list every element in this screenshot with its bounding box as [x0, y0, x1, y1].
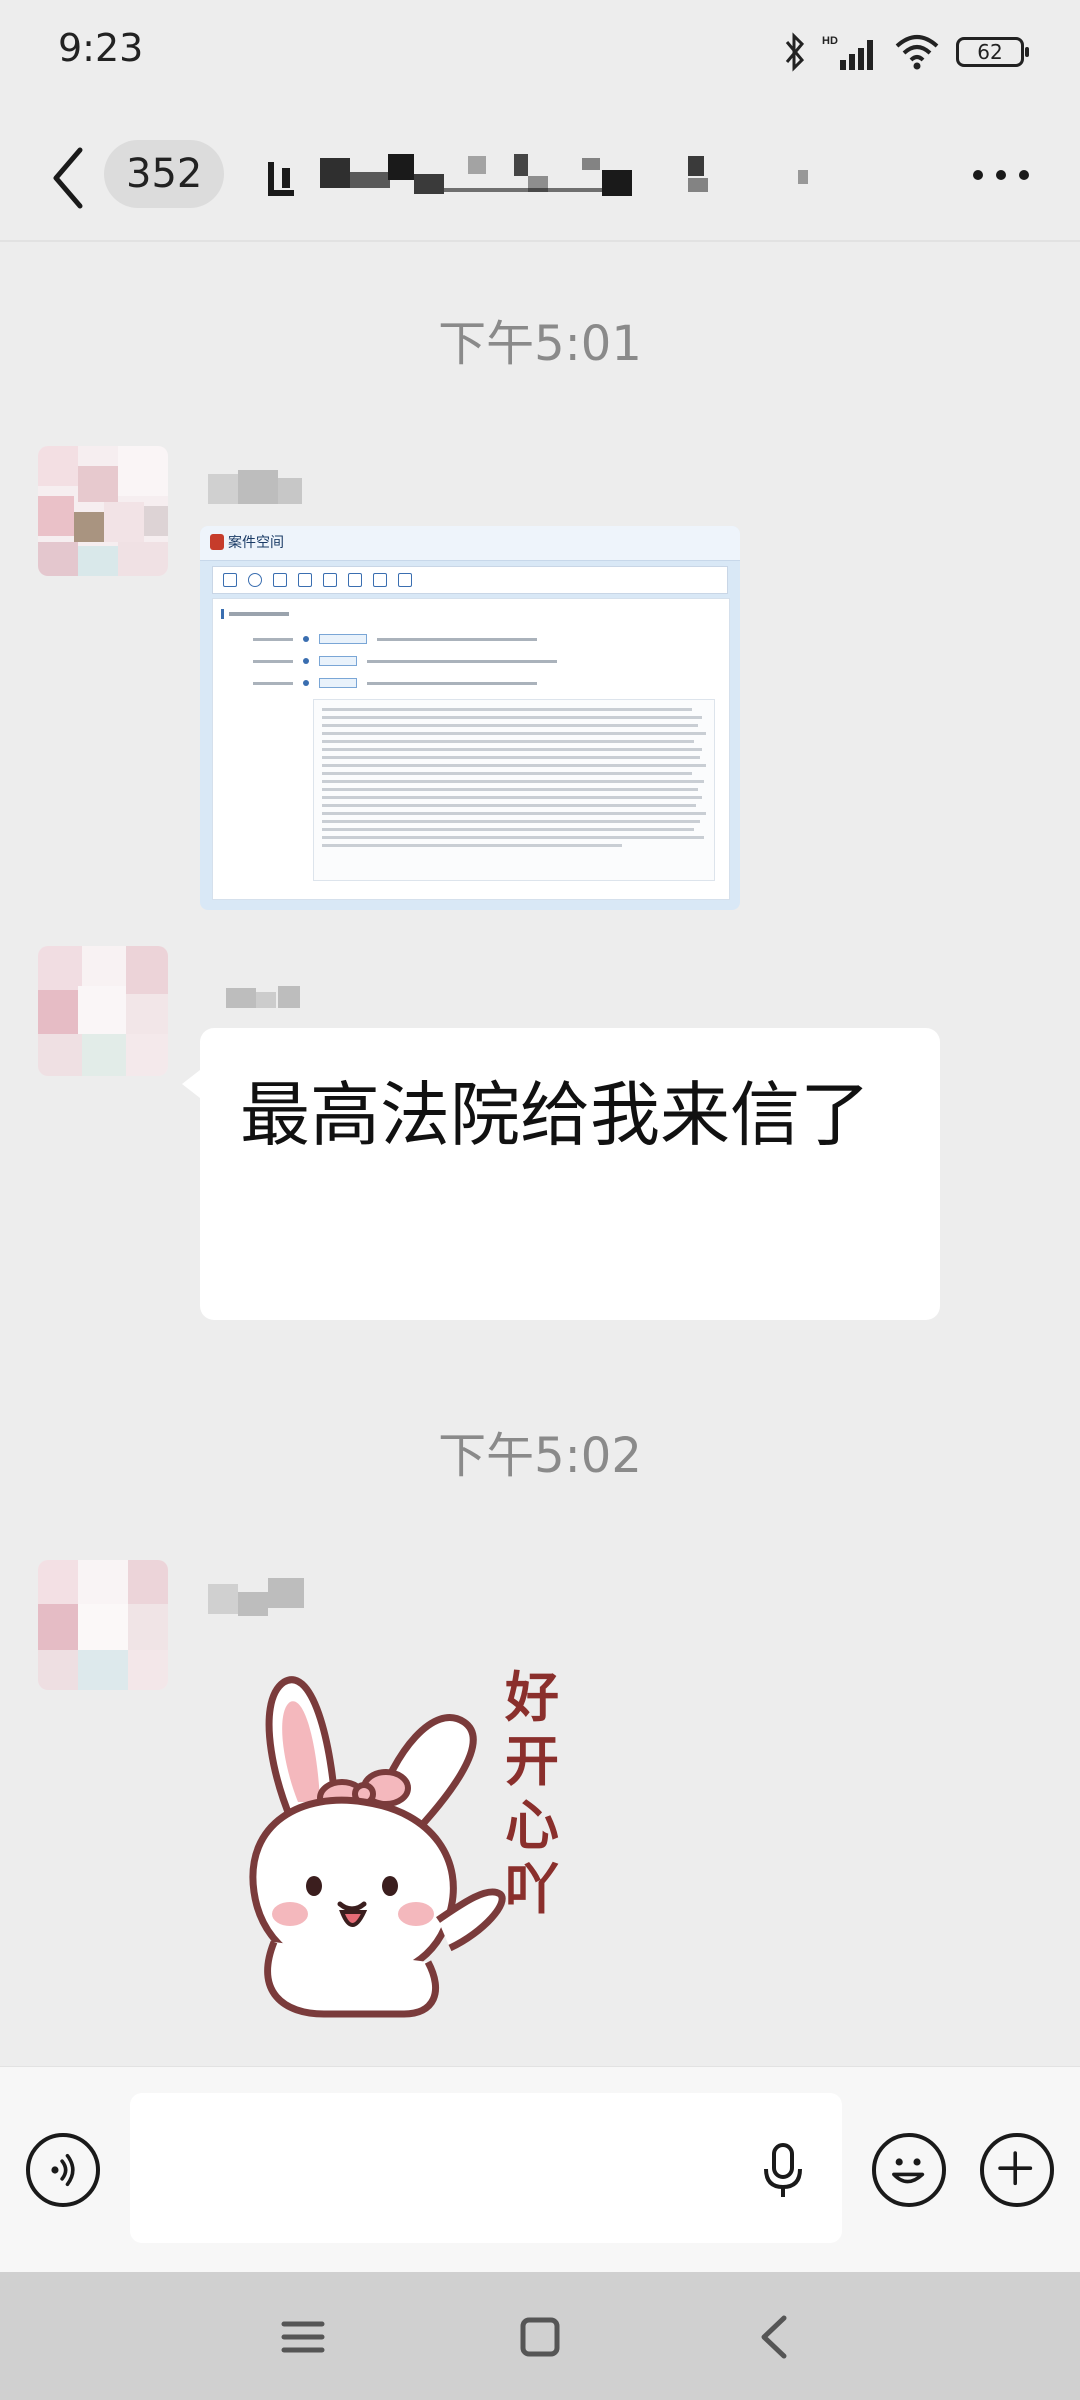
chat-header: 352 [0, 110, 1080, 240]
avatar[interactable] [38, 946, 168, 1076]
back-arrow-icon[interactable] [44, 138, 94, 218]
screenshot-tool-1 [223, 573, 240, 587]
screenshot-tool-5 [323, 573, 340, 587]
wifi-icon [895, 35, 939, 70]
header-divider [0, 240, 1080, 242]
avatar[interactable] [38, 446, 168, 576]
unread-count-badge[interactable]: 352 [104, 140, 225, 208]
sticker-caption: 好开心吖 [505, 1666, 559, 1921]
court-logo-icon [210, 534, 224, 550]
sender-name [208, 982, 318, 1018]
screenshot-panel [212, 598, 730, 900]
screenshot-titlebar: 案件空间 [200, 526, 740, 561]
screenshot-document-text [313, 699, 715, 881]
menu-icon[interactable] [268, 2302, 338, 2372]
plus-icon[interactable] [980, 2133, 1054, 2207]
text-message-bubble[interactable]: 最高法院给我来信了 [182, 1028, 940, 1320]
screenshot-row [243, 677, 673, 689]
sender-name [208, 470, 318, 506]
voice-toggle-icon[interactable] [26, 2133, 100, 2207]
microphone-icon[interactable] [760, 2141, 806, 2201]
avatar[interactable] [38, 1560, 168, 1690]
status-bar: 9:23 HD 62 [0, 0, 1080, 110]
screenshot-tool-8 [398, 573, 415, 587]
screenshot-tool-6 [348, 573, 365, 587]
bluetooth-icon [785, 32, 805, 72]
emoji-icon[interactable] [872, 2133, 946, 2207]
screenshot-tool-7 [373, 573, 390, 587]
screenshot-row [243, 655, 673, 667]
screenshot-row [243, 633, 673, 645]
nav-back-icon[interactable] [740, 2302, 810, 2372]
message-input[interactable] [130, 2093, 842, 2243]
status-time: 9:23 [58, 26, 144, 70]
hd-signal-icon: HD [822, 35, 873, 70]
status-icons: HD 62 [784, 30, 1029, 74]
battery-icon: 62 [956, 37, 1029, 67]
timestamp: 下午5:02 [438, 1428, 642, 1484]
input-bar [0, 2066, 1080, 2273]
chat-title [268, 148, 828, 206]
screenshot-window-title: 案件空间 [228, 535, 284, 551]
home-icon[interactable] [505, 2302, 575, 2372]
more-icon[interactable] [966, 150, 1036, 200]
screenshot-tool-2 [248, 573, 265, 587]
screenshot-toolbar [212, 566, 728, 594]
image-message[interactable]: 案件空间 [200, 526, 740, 910]
screenshot-tool-4 [298, 573, 315, 587]
screenshot-tool-3 [273, 573, 290, 587]
svg-text:HD: HD [822, 35, 838, 47]
system-nav-bar [0, 2272, 1080, 2400]
timestamp: 下午5:01 [438, 316, 642, 372]
sender-name [208, 1578, 318, 1616]
